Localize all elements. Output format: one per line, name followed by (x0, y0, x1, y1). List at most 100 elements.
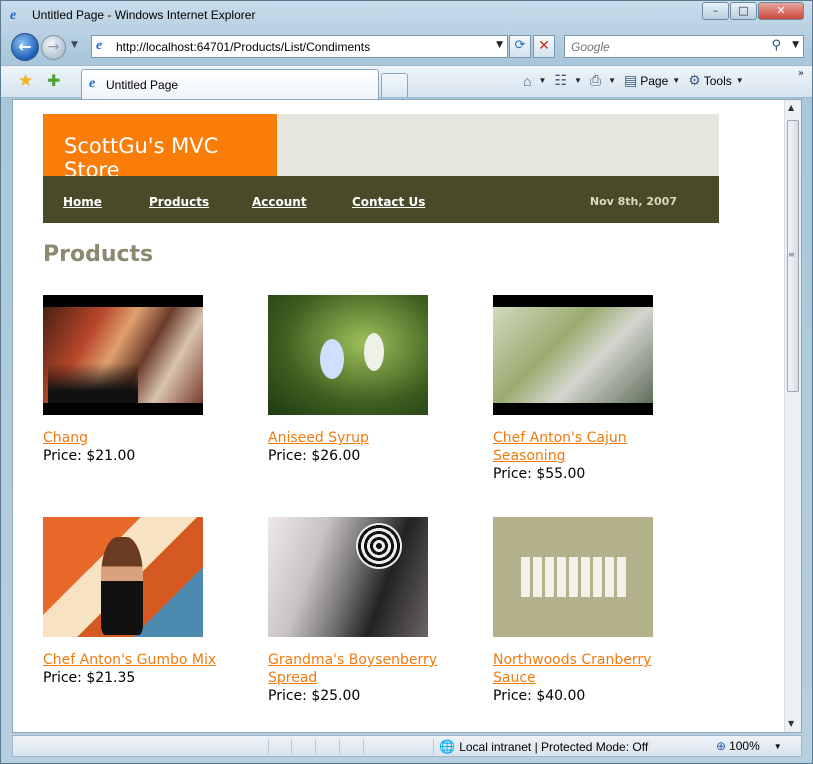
chevron-down-icon[interactable]: ▼ (608, 76, 616, 85)
product-link[interactable]: Aniseed Syrup (268, 429, 448, 447)
search-dropdown-icon[interactable]: ▼ (792, 40, 799, 50)
feeds-button[interactable]: ☷ ▼ (554, 72, 581, 89)
product-card: Chang Price: $21.00 (43, 295, 223, 465)
zoom-control[interactable]: ⊕ 100% ▼ (716, 739, 782, 753)
product-card: Chef Anton's Cajun Seasoning Price: $55.… (493, 295, 673, 483)
gear-icon: ⚙ (688, 72, 701, 88)
globe-icon: 🌐 (439, 739, 456, 754)
page-menu-icon: ▤ (624, 72, 638, 88)
favorites-star-icon[interactable]: ★ (18, 71, 33, 91)
product-price: Price: $21.00 (43, 448, 136, 464)
product-card: Grandma's Boysenberry Spread Price: $25.… (268, 517, 448, 705)
current-date: Nov 8th, 2007 (589, 195, 677, 208)
add-favorites-icon[interactable]: ✚ (47, 71, 60, 90)
menu-home[interactable]: Home (63, 195, 102, 209)
home-icon: ⌂ (523, 72, 532, 89)
vertical-scrollbar[interactable]: ▲ ≡ ▼ (784, 100, 801, 732)
search-icon[interactable]: ⚲ (771, 38, 781, 53)
product-image[interactable] (493, 295, 653, 415)
product-link[interactable]: Chef Anton's Gumbo Mix (43, 651, 223, 669)
zoom-icon: ⊕ (716, 739, 727, 753)
back-button[interactable]: ← (11, 33, 39, 61)
tab-label: Untitled Page (106, 78, 179, 92)
window-title: Untitled Page - Windows Internet Explore… (32, 8, 256, 22)
status-divider (339, 739, 340, 755)
product-image[interactable] (268, 517, 428, 637)
search-input[interactable] (571, 38, 761, 55)
page-content: ScottGu's MVC Store Home Products Accoun… (43, 114, 719, 704)
recent-pages-dropdown-icon[interactable]: ▼ (71, 40, 78, 50)
product-card: Aniseed Syrup Price: $26.00 (268, 295, 448, 465)
zone-label: Local intranet | Protected Mode: Off (459, 740, 649, 754)
new-tab-button[interactable] (381, 73, 408, 97)
tab-untitled-page[interactable]: e Untitled Page (81, 69, 379, 99)
status-divider (433, 739, 434, 755)
page-icon: e (96, 38, 103, 53)
page-menu[interactable]: ▤ Page ▼ (624, 72, 680, 89)
ie-icon: e (10, 8, 17, 23)
zoom-level: 100% (729, 739, 760, 753)
printer-icon: ⎙ (589, 72, 602, 88)
status-divider (268, 739, 269, 755)
page-title: Products (43, 242, 154, 267)
chevron-down-icon[interactable]: ▼ (574, 76, 582, 85)
product-price: Price: $21.35 (43, 670, 136, 686)
product-link[interactable]: Northwoods Cranberry Sauce (493, 651, 673, 687)
tab-bar: ★ ✚ e Untitled Page ⌂ ▼ ☷ ▼ ⎙ ▼ ▤ Page ▼ ⚙ Too… (1, 65, 812, 99)
title-bar: e Untitled Page - Windows Internet Explo… (1, 1, 812, 31)
close-button[interactable]: ✕ (758, 2, 804, 20)
product-image[interactable] (43, 517, 203, 637)
tools-menu-label: Tools (703, 73, 732, 88)
product-price: Price: $26.00 (268, 448, 361, 464)
menu-account[interactable]: Account (252, 195, 307, 209)
scroll-grip-icon: ≡ (788, 250, 795, 259)
rss-icon: ☷ (554, 72, 567, 88)
home-button[interactable]: ⌂ ▼ (523, 73, 546, 89)
product-image[interactable] (268, 295, 428, 415)
menu-products[interactable]: Products (149, 195, 209, 209)
address-dropdown-icon[interactable]: ▼ (496, 40, 503, 50)
chevron-down-icon[interactable]: ▼ (774, 742, 782, 751)
page-menu-label: Page (640, 73, 669, 88)
maximize-button[interactable]: □ (730, 2, 757, 20)
more-commands-icon[interactable]: » (798, 68, 804, 79)
minimize-button[interactable]: – (702, 2, 729, 20)
refresh-button[interactable]: ⟳ (509, 35, 531, 58)
site-header: ScottGu's MVC Store (43, 114, 719, 182)
scroll-down-icon[interactable]: ▼ (788, 719, 794, 728)
product-link[interactable]: Grandma's Boysenberry Spread (268, 651, 448, 687)
status-divider (291, 739, 292, 755)
chevron-down-icon[interactable]: ▼ (538, 76, 546, 85)
window-controls: – □ ✕ (701, 2, 804, 20)
security-zone[interactable]: 🌐 Local intranet | Protected Mode: Off (439, 739, 648, 755)
chevron-down-icon: ▼ (672, 76, 681, 85)
scroll-up-icon[interactable]: ▲ (788, 103, 794, 112)
address-bar: e ▼ (91, 35, 508, 58)
product-price: Price: $25.00 (268, 688, 361, 704)
product-price: Price: $40.00 (493, 688, 586, 704)
product-link[interactable]: Chang (43, 429, 223, 447)
product-image[interactable] (43, 295, 203, 415)
product-image[interactable] (493, 517, 653, 637)
browser-window: e Untitled Page - Windows Internet Explo… (0, 0, 813, 764)
chevron-down-icon: ▼ (735, 76, 744, 85)
search-box: ⚲ ▼ (564, 35, 804, 58)
status-divider (315, 739, 316, 755)
command-bar: ⌂ ▼ ☷ ▼ ⎙ ▼ ▤ Page ▼ ⚙ Tools ▼ (523, 72, 752, 89)
tools-menu[interactable]: ⚙ Tools ▼ (688, 72, 744, 89)
forward-button[interactable]: → (41, 35, 66, 60)
product-price: Price: $55.00 (493, 466, 586, 482)
status-bar: 🌐 Local intranet | Protected Mode: Off ⊕… (12, 735, 802, 757)
menu-contact-us[interactable]: Contact Us (352, 195, 425, 209)
site-menu: Home Products Account Contact Us Nov 8th… (43, 176, 719, 223)
address-input[interactable] (116, 38, 486, 55)
stop-button[interactable]: ✕ (533, 35, 555, 58)
product-card: Chef Anton's Gumbo Mix Price: $21.35 (43, 517, 223, 687)
store-title: ScottGu's MVC Store (43, 114, 277, 182)
status-divider (363, 739, 364, 755)
product-card: Northwoods Cranberry Sauce Price: $40.00 (493, 517, 673, 705)
tab-page-icon: e (89, 76, 96, 91)
navigation-bar: ← → ▼ e ▼ ⟳ ✕ ⚲ ▼ (1, 31, 812, 63)
print-button[interactable]: ⎙ ▼ (590, 72, 616, 89)
product-link[interactable]: Chef Anton's Cajun Seasoning (493, 429, 673, 465)
